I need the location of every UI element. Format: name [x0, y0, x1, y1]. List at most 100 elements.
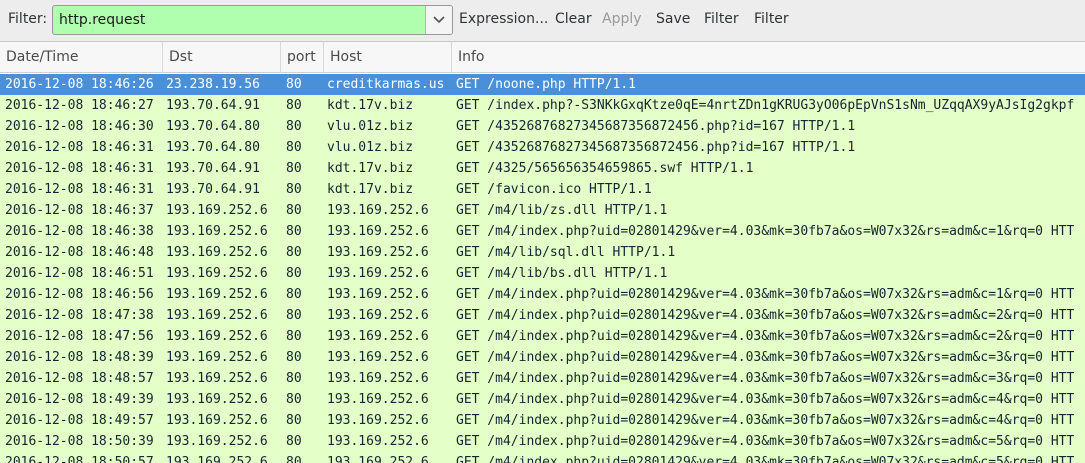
cell-port: 80 [286, 329, 302, 344]
packet-row[interactable]: 2016-12-08 18:49:39 193.169.252.6 80 193.16… [0, 389, 1085, 410]
cell-dst: 193.169.252.6 [166, 350, 268, 365]
cell-info: GET /m4/lib/sql.dll HTTP/1.1 [456, 245, 676, 260]
chevron-down-icon [433, 16, 445, 24]
packet-row[interactable]: 2016-12-08 18:46:38 193.169.252.6 80 193.16… [0, 221, 1085, 242]
cell-info: GET /m4/index.php?uid=02801429&ver=4.03&… [456, 287, 1075, 302]
column-header-host[interactable]: Host [324, 42, 452, 73]
cell-info: GET /m4/index.php?uid=02801429&ver=4.03&… [456, 455, 1075, 463]
packet-row[interactable]: 2016-12-08 18:46:26 23.238.19.56 80 creditk… [0, 74, 1085, 95]
cell-host: 193.169.252.6 [327, 329, 429, 344]
cell-datetime: 2016-12-08 18:46:31 [5, 161, 154, 176]
cell-datetime: 2016-12-08 18:48:57 [5, 371, 154, 386]
cell-port: 80 [286, 350, 302, 365]
filter-combo[interactable] [52, 5, 453, 35]
cell-host: 193.169.252.6 [327, 392, 429, 407]
cell-dst: 193.169.252.6 [166, 203, 268, 218]
cell-datetime: 2016-12-08 18:46:48 [5, 245, 154, 260]
display-filter-toolbar: Filter: Expression... Clear Apply Save F… [0, 0, 1085, 42]
column-header-info[interactable]: Info [452, 42, 1085, 73]
apply-button[interactable]: Apply [602, 11, 642, 27]
cell-host: 193.169.252.6 [327, 413, 429, 428]
column-header-datetime[interactable]: Date/Time [0, 42, 163, 73]
cell-datetime: 2016-12-08 18:46:37 [5, 203, 154, 218]
packet-row[interactable]: 2016-12-08 18:49:57 193.169.252.6 80 193.16… [0, 410, 1085, 431]
cell-port: 80 [286, 161, 302, 176]
cell-host: kdt.17v.biz [327, 161, 414, 176]
packet-row[interactable]: 2016-12-08 18:46:56 193.169.252.6 80 193.16… [0, 284, 1085, 305]
packet-row[interactable]: 2016-12-08 18:48:57 193.169.252.6 80 193.16… [0, 368, 1085, 389]
cell-dst: 193.169.252.6 [166, 308, 268, 323]
filter-input[interactable] [53, 6, 425, 34]
cell-port: 80 [286, 203, 302, 218]
packet-row[interactable]: 2016-12-08 18:50:39 193.169.252.6 80 193.16… [0, 431, 1085, 452]
cell-dst: 193.70.64.91 [166, 161, 260, 176]
packet-row[interactable]: 2016-12-08 18:46:31 193.70.64.91 80 kdt.17v… [0, 179, 1085, 200]
packet-row[interactable]: 2016-12-08 18:48:39 193.169.252.6 80 193.16… [0, 347, 1085, 368]
cell-info: GET /m4/index.php?uid=02801429&ver=4.03&… [456, 434, 1075, 449]
cell-dst: 23.238.19.56 [166, 77, 260, 92]
cell-datetime: 2016-12-08 18:47:56 [5, 329, 154, 344]
column-header-dst[interactable]: Dst [163, 42, 281, 73]
cell-host: 193.169.252.6 [327, 371, 429, 386]
cell-info: GET /m4/index.php?uid=02801429&ver=4.03&… [456, 392, 1075, 407]
cell-datetime: 2016-12-08 18:48:39 [5, 350, 154, 365]
cell-datetime: 2016-12-08 18:49:39 [5, 392, 154, 407]
cell-port: 80 [286, 308, 302, 323]
packet-row[interactable]: 2016-12-08 18:46:51 193.169.252.6 80 193.16… [0, 263, 1085, 284]
cell-host: 193.169.252.6 [327, 224, 429, 239]
cell-port: 80 [286, 434, 302, 449]
cell-info: GET /m4/index.php?uid=02801429&ver=4.03&… [456, 329, 1075, 344]
packet-row[interactable]: 2016-12-08 18:46:31 193.70.64.80 80 vlu.01z… [0, 137, 1085, 158]
cell-datetime: 2016-12-08 18:46:26 [5, 77, 154, 92]
cell-dst: 193.169.252.6 [166, 371, 268, 386]
cell-dst: 193.169.252.6 [166, 413, 268, 428]
cell-dst: 193.169.252.6 [166, 329, 268, 344]
cell-datetime: 2016-12-08 18:46:27 [5, 98, 154, 113]
cell-dst: 193.70.64.80 [166, 140, 260, 155]
cell-info: GET /43526876827345687356872456.php?id=1… [456, 140, 856, 155]
cell-host: creditkarmas.us [327, 77, 445, 92]
cell-dst: 193.70.64.91 [166, 182, 260, 197]
cell-host: 193.169.252.6 [327, 308, 429, 323]
cell-dst: 193.169.252.6 [166, 455, 268, 463]
cell-port: 80 [286, 413, 302, 428]
packet-row[interactable]: 2016-12-08 18:47:56 193.169.252.6 80 193.16… [0, 326, 1085, 347]
packet-row[interactable]: 2016-12-08 18:46:37 193.169.252.6 80 193.16… [0, 200, 1085, 221]
cell-dst: 193.70.64.91 [166, 98, 260, 113]
cell-port: 80 [286, 98, 302, 113]
cell-host: 193.169.252.6 [327, 287, 429, 302]
packet-row[interactable]: 2016-12-08 18:47:38 193.169.252.6 80 193.16… [0, 305, 1085, 326]
cell-port: 80 [286, 392, 302, 407]
cell-host: 193.169.252.6 [327, 434, 429, 449]
cell-host: 193.169.252.6 [327, 266, 429, 281]
cell-port: 80 [286, 266, 302, 281]
cell-datetime: 2016-12-08 18:46:56 [5, 287, 154, 302]
packet-row[interactable]: 2016-12-08 18:46:48 193.169.252.6 80 193.16… [0, 242, 1085, 263]
cell-port: 80 [286, 140, 302, 155]
packet-row[interactable]: 2016-12-08 18:46:31 193.70.64.91 80 kdt.17v… [0, 158, 1085, 179]
cell-dst: 193.169.252.6 [166, 245, 268, 260]
cell-host: vlu.01z.biz [327, 119, 414, 134]
cell-dst: 193.169.252.6 [166, 392, 268, 407]
save-button[interactable]: Save [656, 11, 690, 27]
packet-list[interactable]: 2016-12-08 18:46:26 23.238.19.56 80 creditk… [0, 74, 1085, 463]
expression-button[interactable]: Expression... [459, 11, 548, 27]
packet-row[interactable]: 2016-12-08 18:50:57 193.169.252.6 80 193.16… [0, 452, 1085, 463]
cell-datetime: 2016-12-08 18:49:57 [5, 413, 154, 428]
cell-port: 80 [286, 455, 302, 463]
cell-dst: 193.169.252.6 [166, 434, 268, 449]
cell-info: GET /noone.php HTTP/1.1 [456, 77, 637, 92]
cell-host: 193.169.252.6 [327, 455, 429, 463]
cell-info: GET /favicon.ico HTTP/1.1 [456, 182, 652, 197]
cell-host: 193.169.252.6 [327, 203, 429, 218]
cell-port: 80 [286, 224, 302, 239]
filter-button-2[interactable]: Filter [754, 11, 789, 27]
cell-port: 80 [286, 77, 302, 92]
clear-button[interactable]: Clear [555, 11, 592, 27]
column-header-port[interactable]: port [281, 42, 324, 73]
packet-row[interactable]: 2016-12-08 18:46:27 193.70.64.91 80 kdt.17v… [0, 95, 1085, 116]
cell-host: kdt.17v.biz [327, 182, 414, 197]
packet-row[interactable]: 2016-12-08 18:46:30 193.70.64.80 80 vlu.01z… [0, 116, 1085, 137]
filter-button-1[interactable]: Filter [704, 11, 739, 27]
filter-dropdown-button[interactable] [425, 6, 452, 34]
